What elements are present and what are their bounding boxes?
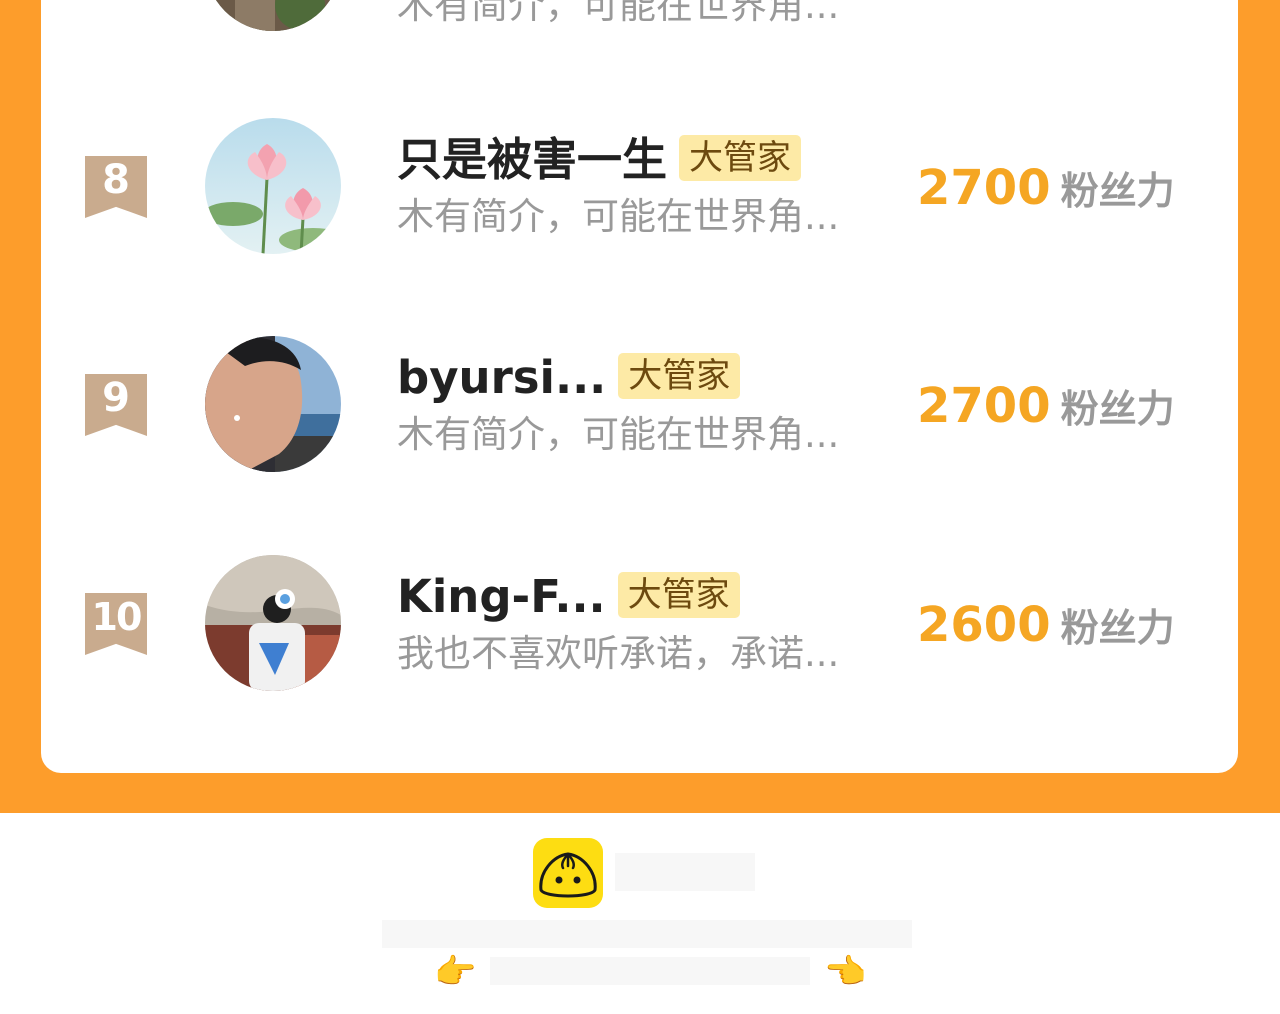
- fan-power-score: 2700 粉丝力: [917, 158, 1175, 229]
- role-badge: 大管家: [618, 353, 741, 399]
- score-unit: 粉丝力: [1060, 387, 1175, 431]
- app-logo[interactable]: [533, 838, 603, 908]
- room-photo-avatar-image: [205, 555, 341, 691]
- avatar[interactable]: [205, 555, 341, 691]
- user-name-text: byursi...: [397, 351, 607, 404]
- score-value: 2700: [917, 378, 1051, 434]
- user-bio: 木有简介，可能在世界角...: [397, 0, 840, 27]
- rank-ribbon: 10: [85, 593, 147, 655]
- footer-caption-placeholder: [382, 920, 912, 948]
- user-name-text: King-F...: [397, 570, 606, 623]
- user-bio: 木有简介，可能在世界角...: [397, 195, 840, 238]
- leaderboard-row-partial[interactable]: 木有简介，可能在世界角...: [41, 0, 1238, 35]
- pointing-left-icon: 👈: [824, 952, 867, 992]
- fan-power-score: 2600 粉丝力: [917, 595, 1175, 666]
- leaderboard-row[interactable]: 10 King-F... 大管家 我也不喜欢听承诺，承诺... 2600 粉丝力: [41, 555, 1238, 695]
- app-name-placeholder: [615, 853, 755, 891]
- score-unit: 粉丝力: [1060, 169, 1175, 213]
- user-name-text: 只是被害一生: [397, 133, 668, 186]
- user-bio: 木有简介，可能在世界角...: [397, 413, 840, 456]
- rank-ribbon: 9: [85, 374, 147, 436]
- user-name[interactable]: 只是被害一生 大管家: [397, 132, 802, 188]
- user-bio: 我也不喜欢听承诺，承诺...: [397, 632, 840, 675]
- avatar[interactable]: [205, 0, 341, 31]
- fan-power-score: 2700 粉丝力: [917, 376, 1175, 447]
- role-badge: 大管家: [679, 135, 802, 181]
- user-name[interactable]: byursi... 大管家: [397, 350, 741, 406]
- avatar[interactable]: [205, 336, 341, 472]
- score-unit: 粉丝力: [1060, 606, 1175, 650]
- leaderboard-row[interactable]: 9 byursi... 大管家 木有简介，可能在世界角... 2700 粉丝力: [41, 336, 1238, 476]
- score-value: 2700: [917, 160, 1051, 216]
- role-badge: 大管家: [617, 572, 740, 618]
- user-name[interactable]: King-F... 大管家: [397, 569, 740, 625]
- rank-ribbon: 8: [85, 156, 147, 218]
- man-profile-avatar-image: [205, 336, 341, 472]
- leaderboard-card: 木有简介，可能在世界角... 8 只是被害一生 大管家 木有简介，可能在世界角.…: [41, 0, 1238, 773]
- pointing-right-icon: 👉: [434, 952, 477, 992]
- footer-link-placeholder[interactable]: [490, 957, 810, 985]
- leaderboard-row[interactable]: 8 只是被害一生 大管家 木有简介，可能在世界角... 2700 粉丝力: [41, 118, 1238, 258]
- bun-mascot-icon: [539, 852, 597, 898]
- score-value: 2600: [917, 597, 1051, 653]
- avatar[interactable]: [205, 118, 341, 254]
- lotus-avatar-image: [205, 118, 341, 254]
